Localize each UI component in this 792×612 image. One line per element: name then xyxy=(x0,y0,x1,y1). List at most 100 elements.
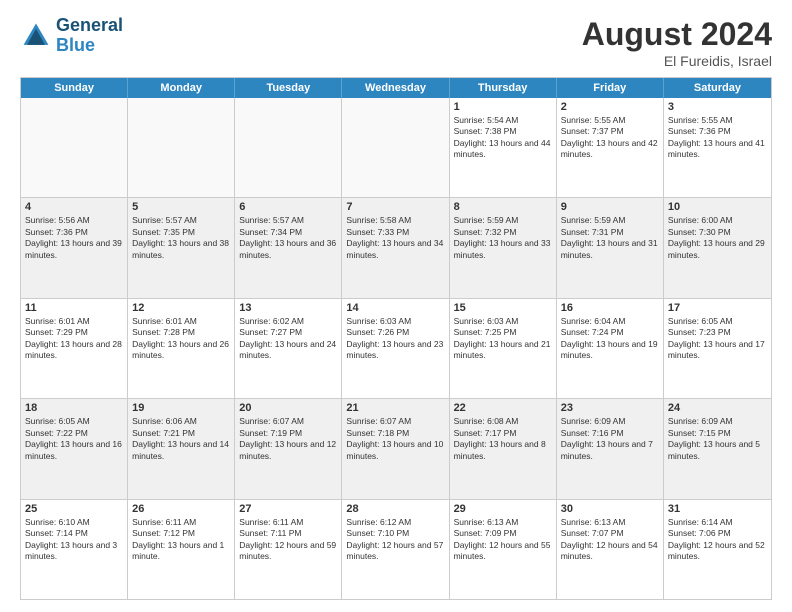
day-cell: 18 Sunrise: 6:05 AMSunset: 7:22 PMDayligh… xyxy=(21,399,128,498)
day-cell: 29Sunrise: 6:13 AMSunset: 7:09 PMDayligh… xyxy=(450,500,557,599)
day-cell: 26Sunrise: 6:11 AMSunset: 7:12 PMDayligh… xyxy=(128,500,235,599)
day-info: Sunrise: 6:01 AMSunset: 7:29 PMDaylight:… xyxy=(25,316,123,362)
day-info: Sunrise: 5:57 AMSunset: 7:34 PMDaylight:… xyxy=(239,215,337,261)
day-number: 8 xyxy=(454,201,552,213)
logo-text: General Blue xyxy=(56,16,123,56)
day-cell: 31 Sunrise: 6:14 AMSunset: 7:06 PMDayligh… xyxy=(664,500,771,599)
day-number: 6 xyxy=(239,201,337,213)
day-of-week-header: Monday xyxy=(128,78,235,98)
header: General Blue August 2024 El Fureidis, Is… xyxy=(20,16,772,69)
day-info: Sunrise: 6:00 AMSunset: 7:30 PMDaylight:… xyxy=(668,215,767,261)
day-number: 20 xyxy=(239,402,337,414)
day-cell: 21 Sunrise: 6:07 AMSunset: 7:18 PMDayligh… xyxy=(342,399,449,498)
day-number: 2 xyxy=(561,101,659,113)
day-info: Sunrise: 5:59 AMSunset: 7:31 PMDaylight:… xyxy=(561,215,659,261)
day-info: Sunrise: 6:09 AMSunset: 7:15 PMDaylight:… xyxy=(668,416,767,462)
day-cell: 4Sunrise: 5:56 AMSunset: 7:36 PMDaylight… xyxy=(21,198,128,297)
day-info: Sunrise: 5:58 AMSunset: 7:33 PMDaylight:… xyxy=(346,215,444,261)
day-number: 27 xyxy=(239,503,337,515)
day-number: 13 xyxy=(239,302,337,314)
location: El Fureidis, Israel xyxy=(582,53,772,69)
day-of-week-header: Tuesday xyxy=(235,78,342,98)
day-number: 16 xyxy=(561,302,659,314)
day-info: Sunrise: 6:13 AMSunset: 7:09 PMDaylight:… xyxy=(454,517,552,563)
day-cell: 13 Sunrise: 6:02 AMSunset: 7:27 PMDayligh… xyxy=(235,299,342,398)
day-of-week-header: Friday xyxy=(557,78,664,98)
day-number: 25 xyxy=(25,503,123,515)
day-info: Sunrise: 6:02 AMSunset: 7:27 PMDaylight:… xyxy=(239,316,337,362)
day-number: 28 xyxy=(346,503,444,515)
day-cell: 22 Sunrise: 6:08 AMSunset: 7:17 PMDayligh… xyxy=(450,399,557,498)
day-cell: 2Sunrise: 5:55 AMSunset: 7:37 PMDaylight… xyxy=(557,98,664,197)
day-number: 12 xyxy=(132,302,230,314)
day-cell: 6 Sunrise: 5:57 AMSunset: 7:34 PMDaylight… xyxy=(235,198,342,297)
calendar-header: SundayMondayTuesdayWednesdayThursdayFrid… xyxy=(21,78,771,98)
day-of-week-header: Wednesday xyxy=(342,78,449,98)
day-number: 18 xyxy=(25,402,123,414)
day-of-week-header: Saturday xyxy=(664,78,771,98)
day-cell: 10 Sunrise: 6:00 AMSunset: 7:30 PMDayligh… xyxy=(664,198,771,297)
day-info: Sunrise: 6:04 AMSunset: 7:24 PMDaylight:… xyxy=(561,316,659,362)
day-number: 10 xyxy=(668,201,767,213)
day-info: Sunrise: 6:05 AMSunset: 7:23 PMDaylight:… xyxy=(668,316,767,362)
day-cell: 19Sunrise: 6:06 AMSunset: 7:21 PMDayligh… xyxy=(128,399,235,498)
calendar-body: 1Sunrise: 5:54 AMSunset: 7:38 PMDaylight… xyxy=(21,98,771,599)
calendar-row: 4Sunrise: 5:56 AMSunset: 7:36 PMDaylight… xyxy=(21,197,771,297)
day-number: 23 xyxy=(561,402,659,414)
empty-cell xyxy=(128,98,235,197)
day-cell: 20 Sunrise: 6:07 AMSunset: 7:19 PMDayligh… xyxy=(235,399,342,498)
day-of-week-header: Thursday xyxy=(450,78,557,98)
day-cell: 11 Sunrise: 6:01 AMSunset: 7:29 PMDayligh… xyxy=(21,299,128,398)
day-number: 11 xyxy=(25,302,123,314)
day-cell: 27 Sunrise: 6:11 AMSunset: 7:11 PMDayligh… xyxy=(235,500,342,599)
day-number: 9 xyxy=(561,201,659,213)
day-number: 3 xyxy=(668,101,767,113)
day-number: 31 xyxy=(668,503,767,515)
logo: General Blue xyxy=(20,16,123,56)
day-number: 17 xyxy=(668,302,767,314)
month-year: August 2024 xyxy=(582,16,772,53)
day-number: 24 xyxy=(668,402,767,414)
day-cell: 1Sunrise: 5:54 AMSunset: 7:38 PMDaylight… xyxy=(450,98,557,197)
day-info: Sunrise: 6:07 AMSunset: 7:19 PMDaylight:… xyxy=(239,416,337,462)
day-number: 7 xyxy=(346,201,444,213)
day-info: Sunrise: 6:03 AMSunset: 7:25 PMDaylight:… xyxy=(454,316,552,362)
day-number: 30 xyxy=(561,503,659,515)
day-info: Sunrise: 5:55 AMSunset: 7:36 PMDaylight:… xyxy=(668,115,767,161)
day-number: 4 xyxy=(25,201,123,213)
day-info: Sunrise: 6:10 AMSunset: 7:14 PMDaylight:… xyxy=(25,517,123,563)
day-number: 22 xyxy=(454,402,552,414)
day-number: 21 xyxy=(346,402,444,414)
logo-icon xyxy=(20,20,52,52)
day-cell: 24 Sunrise: 6:09 AMSunset: 7:15 PMDayligh… xyxy=(664,399,771,498)
calendar-row: 25 Sunrise: 6:10 AMSunset: 7:14 PMDayligh… xyxy=(21,499,771,599)
day-info: Sunrise: 6:09 AMSunset: 7:16 PMDaylight:… xyxy=(561,416,659,462)
day-number: 26 xyxy=(132,503,230,515)
calendar-row: 11 Sunrise: 6:01 AMSunset: 7:29 PMDayligh… xyxy=(21,298,771,398)
day-info: Sunrise: 6:12 AMSunset: 7:10 PMDaylight:… xyxy=(346,517,444,563)
day-info: Sunrise: 6:08 AMSunset: 7:17 PMDaylight:… xyxy=(454,416,552,462)
day-number: 15 xyxy=(454,302,552,314)
day-info: Sunrise: 6:05 AMSunset: 7:22 PMDaylight:… xyxy=(25,416,123,462)
day-cell: 7 Sunrise: 5:58 AMSunset: 7:33 PMDaylight… xyxy=(342,198,449,297)
empty-cell xyxy=(342,98,449,197)
day-cell: 25 Sunrise: 6:10 AMSunset: 7:14 PMDayligh… xyxy=(21,500,128,599)
day-cell: 9 Sunrise: 5:59 AMSunset: 7:31 PMDaylight… xyxy=(557,198,664,297)
day-cell: 5 Sunrise: 5:57 AMSunset: 7:35 PMDaylight… xyxy=(128,198,235,297)
day-number: 14 xyxy=(346,302,444,314)
day-info: Sunrise: 6:07 AMSunset: 7:18 PMDaylight:… xyxy=(346,416,444,462)
day-info: Sunrise: 6:11 AMSunset: 7:11 PMDaylight:… xyxy=(239,517,337,563)
day-info: Sunrise: 6:03 AMSunset: 7:26 PMDaylight:… xyxy=(346,316,444,362)
day-cell: 17 Sunrise: 6:05 AMSunset: 7:23 PMDayligh… xyxy=(664,299,771,398)
day-cell: 23 Sunrise: 6:09 AMSunset: 7:16 PMDayligh… xyxy=(557,399,664,498)
day-number: 5 xyxy=(132,201,230,213)
day-cell: 14 Sunrise: 6:03 AMSunset: 7:26 PMDayligh… xyxy=(342,299,449,398)
day-info: Sunrise: 6:01 AMSunset: 7:28 PMDaylight:… xyxy=(132,316,230,362)
calendar: SundayMondayTuesdayWednesdayThursdayFrid… xyxy=(20,77,772,600)
day-cell: 8Sunrise: 5:59 AMSunset: 7:32 PMDaylight… xyxy=(450,198,557,297)
day-info: Sunrise: 6:14 AMSunset: 7:06 PMDaylight:… xyxy=(668,517,767,563)
day-info: Sunrise: 6:06 AMSunset: 7:21 PMDaylight:… xyxy=(132,416,230,462)
day-info: Sunrise: 5:57 AMSunset: 7:35 PMDaylight:… xyxy=(132,215,230,261)
calendar-row: 18 Sunrise: 6:05 AMSunset: 7:22 PMDayligh… xyxy=(21,398,771,498)
day-of-week-header: Sunday xyxy=(21,78,128,98)
